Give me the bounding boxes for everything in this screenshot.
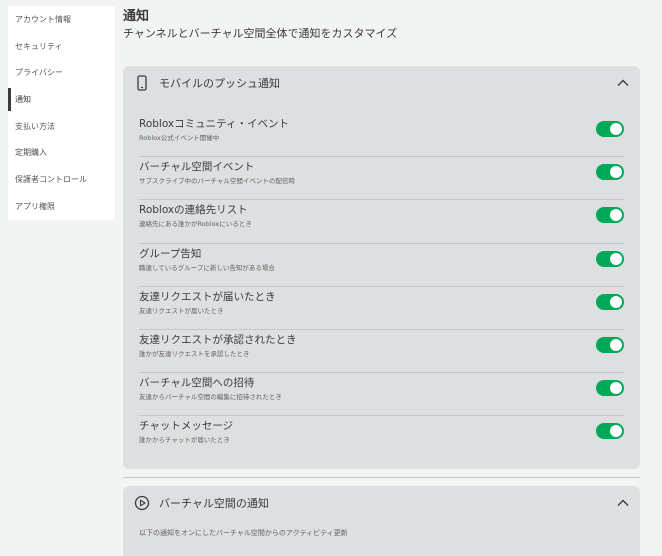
group-announcements-toggle[interactable] [596,250,624,267]
toggle-knob [610,425,622,438]
contact-list-toggle[interactable] [596,207,624,224]
community-events-toggle[interactable] [596,121,624,137]
sidebar-item-label: 支払い方法 [15,121,55,131]
panel-title: バーチャル空間の通知 [159,497,269,510]
sidebar-item-account-info[interactable]: アカウント情報 [8,6,115,33]
sidebar-item-label: 定期購入 [15,148,47,158]
notification-row-community-events: Robloxコミュニティ・イベント Roblox公式イベント開催中 [139,114,624,158]
notification-row-virtual-space-invite: バーチャル空間への招待 友達からバーチャル空間の編集に招待されたとき [139,373,624,417]
notification-description: 友達からバーチャル空間の編集に招待されたとき [139,393,282,402]
notification-title: チャットメッセージ [139,420,234,433]
sidebar-item-label: アプリ権限 [15,201,55,211]
sidebar-item-label: 通知 [15,94,31,104]
virtual-space-note: 以下の通知をオンにしたバーチャル空間からのアクティビティ更新 [139,529,348,537]
sidebar-item-parental-controls[interactable]: 保護者コントロール [8,166,115,193]
notification-title: グループ告知 [139,247,202,260]
sidebar-item-subscriptions[interactable]: 定期購入 [8,139,115,166]
notification-row-virtual-space-events: バーチャル空間イベント サブスクライブ中のバーチャル空間イベントの配信時 [139,157,624,201]
panel-title: モバイルのプッシュ通知 [159,77,280,90]
toggle-knob [610,382,622,395]
friend-request-accepted-toggle[interactable] [596,336,624,353]
page-subtitle: チャンネルとバーチャル空間全体で通知をカスタマイズ [123,27,398,40]
settings-sidebar: アカウント情報 セキュリティ プライバシー 通知 支払い方法 定期購入 保護者コ… [8,6,115,220]
notification-description: 友達リクエストが届いたとき [139,306,224,315]
chevron-up-icon[interactable] [616,496,630,510]
toggle-knob [610,166,622,179]
notification-description: Roblox公式イベント開催中 [139,134,220,142]
sidebar-item-privacy[interactable]: プライバシー [8,59,115,86]
sidebar-item-label: 保護者コントロール [15,174,87,184]
toggle-knob [610,338,622,351]
toggle-knob [610,252,622,265]
sidebar-item-label: セキュリティ [15,41,63,51]
notification-description: 職違しているグループに新しい告知がある場合 [139,263,275,272]
notification-description: 連絡先にある誰かがRobloxにいるとき [139,220,252,229]
sidebar-item-notifications[interactable]: 通知 [8,86,115,113]
sidebar-item-label: アカウント情報 [15,14,71,24]
notification-title: 友達リクエストが届いたとき [139,290,276,303]
notification-title: バーチャル空間への招待 [139,377,255,390]
notification-row-chat-messages: チャットメッセージ 誰かからチャットが届いたとき [139,416,624,459]
mobile-push-panel-header[interactable]: モバイルのプッシュ通知 [123,66,640,100]
notification-row-friend-request-received: 友達リクエストが届いたとき 友達リクエストが届いたとき [139,287,624,330]
notification-row-group-announcements: グループ告知 職違しているグループに新しい告知がある場合 [139,244,624,287]
notification-row-contact-list: Robloxの連絡先リスト 連絡先にある誰かがRobloxにいるとき [139,200,624,244]
virtual-space-notifications-panel: バーチャル空間の通知 以下の通知をオンにしたバーチャル空間からのアクティビティ更… [123,486,640,556]
sidebar-item-label: プライバシー [15,68,63,78]
notification-title: 友達リクエストが承認されたとき [139,333,297,346]
notification-list: Robloxコミュニティ・イベント Roblox公式イベント開催中 バーチャル空… [139,114,624,460]
toggle-knob [610,123,622,135]
toggle-knob [610,295,622,308]
play-circle-icon [134,495,150,511]
page-title: 通知 [123,9,150,24]
mobile-push-panel: モバイルのプッシュ通知 Robloxコミュニティ・イベント Roblox公式イベ… [123,66,640,469]
virtual-space-events-toggle[interactable] [596,164,624,181]
chat-messages-toggle[interactable] [596,423,624,440]
notification-title: Robloxの連絡先リスト [139,204,248,217]
notification-description: 誰かからチャットが届いたとき [139,436,230,445]
notification-title: バーチャル空間イベント [139,161,255,174]
virtual-space-invite-toggle[interactable] [596,380,624,397]
notification-description: サブスクライブ中のバーチャル空間イベントの配信時 [139,177,295,186]
virtual-space-panel-header[interactable]: バーチャル空間の通知 [123,486,640,520]
sidebar-item-security[interactable]: セキュリティ [8,33,115,60]
smartphone-icon [137,75,147,91]
chevron-up-icon[interactable] [616,76,630,90]
friend-request-received-toggle[interactable] [596,293,624,310]
notification-row-friend-request-accepted: 友達リクエストが承認されたとき 誰かが友達リクエストを承認したとき [139,330,624,374]
toggle-knob [610,209,622,222]
notification-description: 誰かが友達リクエストを承認したとき [139,349,250,358]
sidebar-item-app-permissions[interactable]: アプリ権限 [8,193,115,220]
sidebar-item-payment-methods[interactable]: 支払い方法 [8,113,115,140]
section-divider [123,477,640,478]
notification-title: Robloxコミュニティ・イベント [139,118,290,130]
